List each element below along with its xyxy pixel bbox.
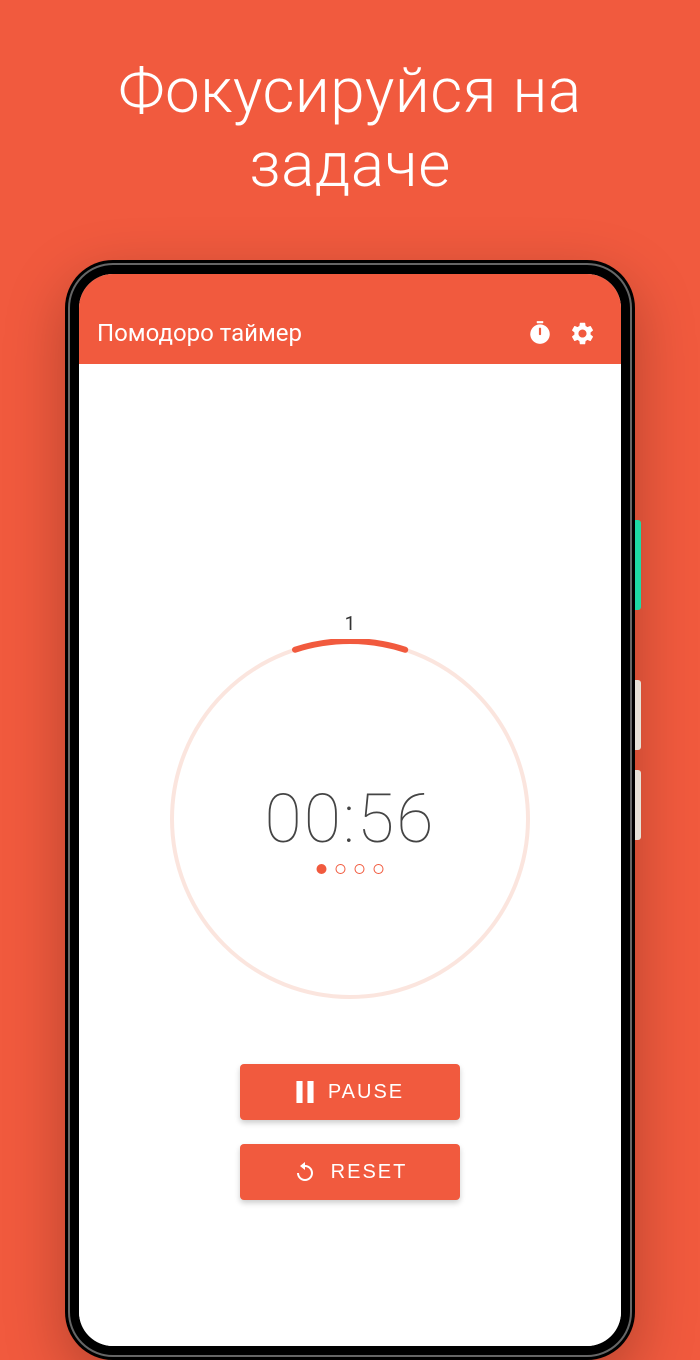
session-dot [317, 864, 327, 874]
pause-button[interactable]: PAUSE [240, 1064, 460, 1120]
status-bar [79, 274, 621, 302]
session-dots [317, 864, 384, 874]
session-dot [374, 864, 384, 874]
main-content: 1 00:56 [79, 364, 621, 1346]
gear-icon[interactable] [561, 312, 603, 354]
session-number: 1 [345, 612, 356, 635]
volume-up-button [635, 680, 641, 750]
session-dot [355, 864, 365, 874]
app-bar: Помодоро таймер [79, 302, 621, 364]
action-buttons: PAUSE RESET [240, 1064, 460, 1200]
volume-down-button [635, 770, 641, 840]
stopwatch-icon[interactable] [519, 312, 561, 354]
reset-icon [293, 1160, 317, 1184]
pause-icon [296, 1081, 314, 1103]
power-button [635, 520, 641, 610]
screen: Помодоро таймер 1 00: [79, 274, 621, 1346]
timer-ring: 00:56 [170, 639, 530, 999]
pause-label: PAUSE [328, 1081, 404, 1104]
device-frame: Помодоро таймер 1 00: [65, 260, 635, 1360]
promo-headline: Фокусируйся на задаче [0, 0, 700, 204]
app-title: Помодоро таймер [97, 319, 519, 347]
reset-button[interactable]: RESET [240, 1144, 460, 1200]
reset-label: RESET [331, 1161, 408, 1184]
session-dot [336, 864, 346, 874]
timer-display: 00:56 [265, 779, 436, 859]
